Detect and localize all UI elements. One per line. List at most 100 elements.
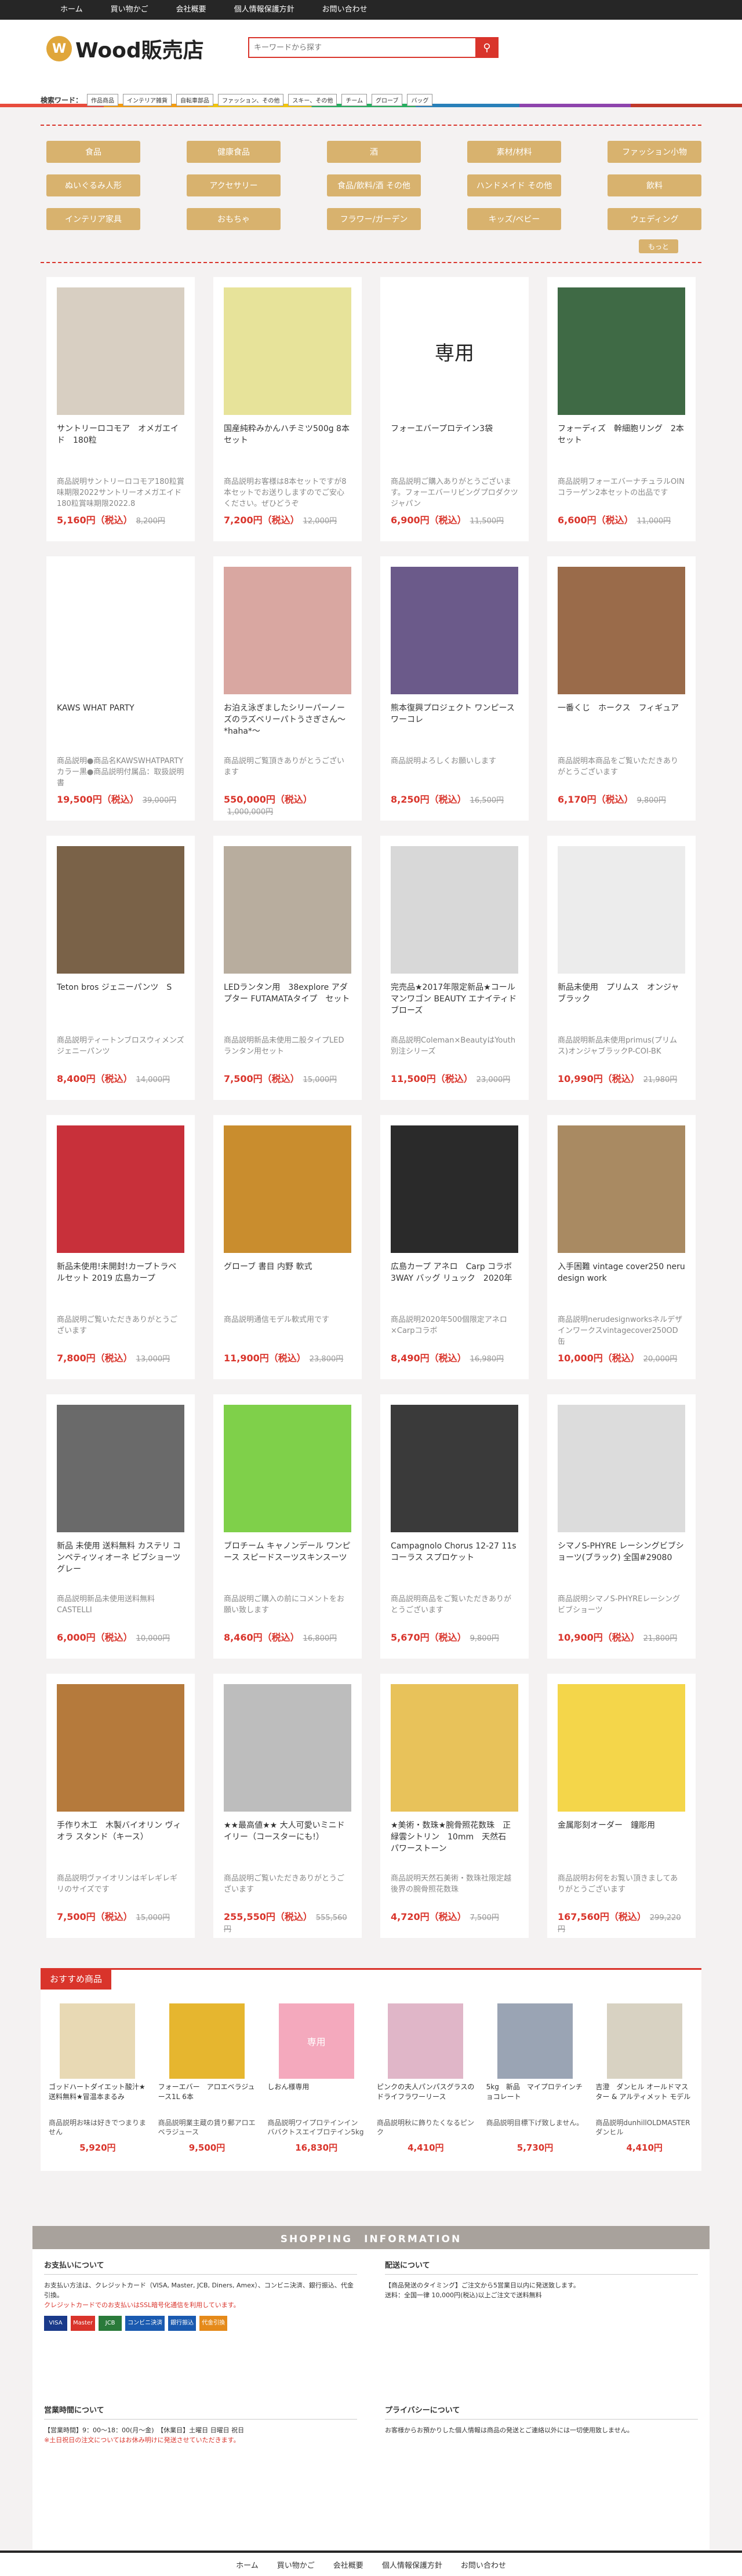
- product-card[interactable]: 完売品★2017年限定新品★コールマンワゴン BEAUTY エナイティドブローズ…: [380, 836, 529, 1100]
- footer-company[interactable]: 会社概要: [324, 2559, 373, 2570]
- product-card[interactable]: サントリーロコモア オメガエイド 180粒 商品説明サントリーロコモア180粒賞味…: [46, 277, 195, 541]
- product-name[interactable]: ★★最高値★★ 大人可愛いミニドイリー（コースターにも!）: [224, 1820, 351, 1857]
- nav-contact[interactable]: お問い合わせ: [308, 0, 381, 20]
- product-image[interactable]: [391, 1125, 518, 1253]
- product-image[interactable]: [558, 846, 685, 974]
- product-image[interactable]: [224, 287, 351, 415]
- product-name[interactable]: 入手困難 vintage cover250 neru design work: [558, 1261, 685, 1298]
- footer-cart[interactable]: 買い物かご: [268, 2559, 324, 2570]
- keyword-tag[interactable]: インテリア雑貨: [123, 94, 172, 106]
- product-name[interactable]: 完売品★2017年限定新品★コールマンワゴン BEAUTY エナイティドブローズ: [391, 982, 518, 1019]
- product-name[interactable]: 新品未使用!未開封!カープトラベルセット 2019 広島カープ: [57, 1261, 184, 1298]
- product-name[interactable]: 国産純粋みかんハチミツ500g 8本セット: [224, 423, 351, 460]
- recommend-image[interactable]: [60, 2003, 136, 2079]
- keyword-tag[interactable]: 作品商品: [87, 94, 119, 106]
- product-card[interactable]: 熊本復興プロジェクト ワンピース ワーコレ 商品説明よろしくお願いします 8,250…: [380, 556, 529, 821]
- footer-contact[interactable]: お問い合わせ: [452, 2559, 515, 2570]
- category-button[interactable]: ハンドメイド その他: [467, 174, 561, 196]
- recommend-image[interactable]: [169, 2003, 245, 2079]
- product-card[interactable]: 専用 フォーエバープロテイン3袋 商品説明ご購入ありがとうございます。フォーエバーリ…: [380, 277, 529, 541]
- product-card[interactable]: KAWS WHAT PARTY 商品説明●商品名KAWSWHATPARTYカラー黒…: [46, 556, 195, 821]
- recommend-image[interactable]: [497, 2003, 573, 2079]
- search-input[interactable]: [248, 37, 475, 58]
- category-button[interactable]: フラワー/ガーデン: [327, 208, 421, 230]
- product-image[interactable]: [57, 287, 184, 415]
- category-button[interactable]: おもちゃ: [187, 208, 281, 230]
- product-image[interactable]: [57, 1405, 184, 1532]
- product-image[interactable]: [558, 287, 685, 415]
- recommend-name[interactable]: 吉澄 ダンヒル オールドマスター & アルティメット モデル: [595, 2082, 693, 2103]
- product-card[interactable]: 新品未使用!未開封!カープトラベルセット 2019 広島カープ 商品説明ご覧いただ…: [46, 1115, 195, 1379]
- recommend-image[interactable]: 専用: [278, 2003, 354, 2079]
- product-name[interactable]: 新品 未使用 送料無料 カステリ コンペティツィオーネ ビブショーツ グレー: [57, 1540, 184, 1577]
- keyword-tag[interactable]: グローブ: [372, 94, 403, 106]
- product-card[interactable]: LEDランタン用 38explore アダプター FUTAMATAタイプ セット…: [213, 836, 362, 1100]
- product-image[interactable]: [391, 567, 518, 694]
- nav-company[interactable]: 会社概要: [162, 0, 220, 20]
- recommend-name[interactable]: ゴッドハートダイエット酸汁★送料無料★冒温本まるみ: [49, 2082, 147, 2103]
- footer-home[interactable]: ホーム: [227, 2559, 268, 2570]
- product-name[interactable]: シマノS-PHYRE レーシングビブショーツ(ブラック) 全国#29080: [558, 1540, 685, 1577]
- product-image[interactable]: [224, 1684, 351, 1812]
- category-button[interactable]: ウェディング: [608, 208, 701, 230]
- product-card[interactable]: シマノS-PHYRE レーシングビブショーツ(ブラック) 全国#29080 商品説…: [547, 1394, 696, 1659]
- product-name[interactable]: 一番くじ ホークス フィギュア: [558, 702, 685, 739]
- category-button[interactable]: 素材/材料: [467, 141, 561, 163]
- product-image[interactable]: 専用: [391, 287, 518, 415]
- product-name[interactable]: 新品未使用 プリムス オンジャ ブラック: [558, 982, 685, 1019]
- recommend-image[interactable]: [388, 2003, 464, 2079]
- product-card[interactable]: フォーディズ 幹細胞リング 2本セット 商品説明フォーエバーナチュラルOINコラー…: [547, 277, 696, 541]
- recommend-item[interactable]: 専用 しおん様専用 商品説明ワイプロテインイン ババクトスエイブロテイン5kg 16,…: [267, 2003, 365, 2154]
- product-name[interactable]: フォーエバープロテイン3袋: [391, 423, 518, 460]
- keyword-tag[interactable]: バッグ: [407, 94, 433, 106]
- category-button[interactable]: 食品: [46, 141, 140, 163]
- product-card[interactable]: 新品未使用 プリムス オンジャ ブラック 商品説明新品未使用primus(プリムス…: [547, 836, 696, 1100]
- product-image[interactable]: [224, 567, 351, 694]
- product-card[interactable]: ブロチーム キャノンデール ワンピース スピードスーツスキンスーツ 商品説明ご購入…: [213, 1394, 362, 1659]
- recommend-item[interactable]: ゴッドハートダイエット酸汁★送料無料★冒温本まるみ 商品説明お味は好きでつまりませ…: [49, 2003, 147, 2154]
- product-name[interactable]: フォーディズ 幹細胞リング 2本セット: [558, 423, 685, 460]
- product-image[interactable]: [558, 1405, 685, 1532]
- product-card[interactable]: Teton bros ジェニーパンツ S 商品説明ティートンブロスウィメンズジェニ…: [46, 836, 195, 1100]
- product-name[interactable]: Teton bros ジェニーパンツ S: [57, 982, 184, 1019]
- product-image[interactable]: [558, 567, 685, 694]
- product-name[interactable]: 金属彫刻オーダー 鐘彫用: [558, 1820, 685, 1857]
- product-image[interactable]: [558, 1684, 685, 1812]
- product-name[interactable]: サントリーロコモア オメガエイド 180粒: [57, 423, 184, 460]
- site-logo[interactable]: W Wood販売店: [46, 34, 204, 64]
- category-button[interactable]: インテリア家具: [46, 208, 140, 230]
- category-button[interactable]: キッズ/ベビー: [467, 208, 561, 230]
- product-image[interactable]: [57, 1684, 184, 1812]
- product-image[interactable]: [558, 1125, 685, 1253]
- recommend-image[interactable]: [606, 2003, 682, 2079]
- product-name[interactable]: 広島カープ アネロ Carp コラボ 3WAY バッグ リュック 2020年: [391, 1261, 518, 1298]
- category-button[interactable]: 食品/飲料/酒 その他: [327, 174, 421, 196]
- recommend-name[interactable]: 5kg 新品 マイプロテインチョコレート: [486, 2082, 584, 2103]
- product-card[interactable]: ★美術・数珠★腕骨照花数珠 正緑雲シトリン 10mm 天然石 パワーストーン 商品…: [380, 1674, 529, 1938]
- recommend-name[interactable]: ピンクの夫人パンパスグラスのドライフラワーリース: [377, 2082, 475, 2103]
- product-name[interactable]: LEDランタン用 38explore アダプター FUTAMATAタイプ セット: [224, 982, 351, 1019]
- keyword-tag[interactable]: 自転車部品: [176, 94, 214, 106]
- product-card[interactable]: 新品 未使用 送料無料 カステリ コンペティツィオーネ ビブショーツ グレー 商品…: [46, 1394, 195, 1659]
- product-card[interactable]: 広島カープ アネロ Carp コラボ 3WAY バッグ リュック 2020年 商品…: [380, 1115, 529, 1379]
- product-image[interactable]: [224, 1125, 351, 1253]
- product-card[interactable]: 入手困難 vintage cover250 neru design work 商品…: [547, 1115, 696, 1379]
- nav-home[interactable]: ホーム: [46, 0, 97, 20]
- category-button[interactable]: 飲料: [608, 174, 701, 196]
- recommend-item[interactable]: ピンクの夫人パンパスグラスのドライフラワーリース 商品説明秋に飾りたくなるピンク 4…: [377, 2003, 475, 2154]
- recommend-name[interactable]: フォーエバー アロエベラジュース1L 6本: [158, 2082, 256, 2103]
- product-name[interactable]: ブロチーム キャノンデール ワンピース スピードスーツスキンスーツ: [224, 1540, 351, 1577]
- product-name[interactable]: グローブ 書目 内野 軟式: [224, 1261, 351, 1298]
- recommend-item[interactable]: 吉澄 ダンヒル オールドマスター & アルティメット モデル 商品説明dunhil…: [595, 2003, 693, 2154]
- product-name[interactable]: Campagnolo Chorus 12-27 11s コーラス スプロケット: [391, 1540, 518, 1577]
- category-button[interactable]: 酒: [327, 141, 421, 163]
- product-card[interactable]: 金属彫刻オーダー 鐘彫用 商品説明お何をお覧い頂きましてありがとうございます 167…: [547, 1674, 696, 1938]
- keyword-tag[interactable]: チーム: [341, 94, 368, 106]
- product-image[interactable]: [224, 846, 351, 974]
- product-image[interactable]: [57, 1125, 184, 1253]
- product-image[interactable]: [224, 1405, 351, 1532]
- keyword-tag[interactable]: スキー、その他: [288, 94, 337, 106]
- category-button[interactable]: 健康食品: [187, 141, 281, 163]
- nav-cart[interactable]: 買い物かご: [97, 0, 162, 20]
- nav-privacy[interactable]: 個人情報保護方針: [220, 0, 308, 20]
